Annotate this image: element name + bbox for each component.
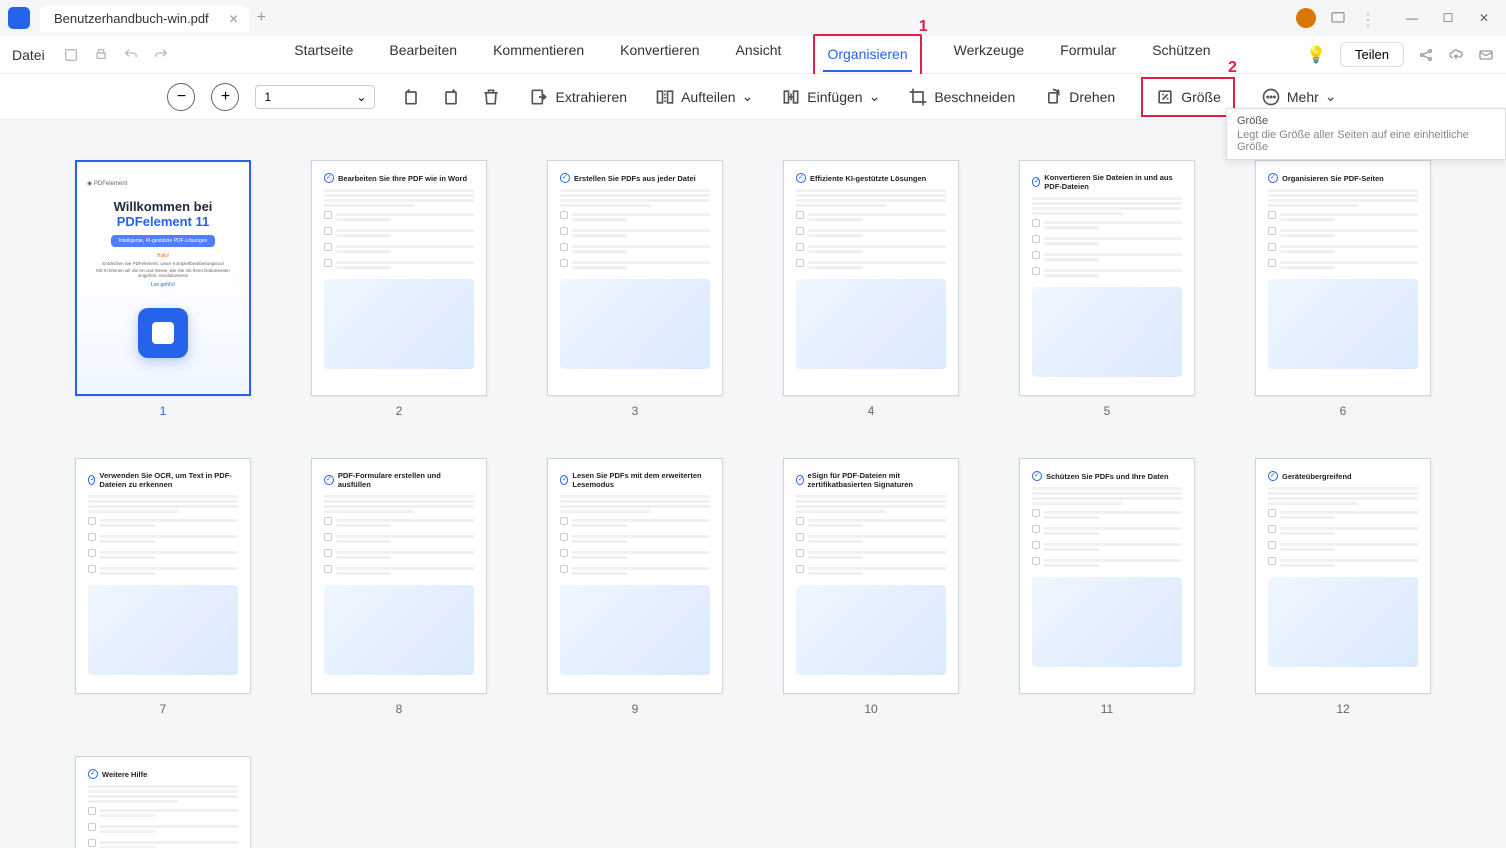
thumbnail-page[interactable]: eSign für PDF-Dateien mit zertifikatbasi… xyxy=(783,458,959,694)
page-number-label: 2 xyxy=(396,404,403,418)
page-number-label: 4 xyxy=(868,404,875,418)
insert-button[interactable]: Einfügen⌄ xyxy=(779,83,882,111)
more-button[interactable]: Mehr⌄ xyxy=(1259,83,1339,111)
thumbnail-page[interactable]: Erstellen Sie PDFs aus jeder Datei xyxy=(547,160,723,396)
mail-icon[interactable] xyxy=(1478,47,1494,63)
app-logo-icon xyxy=(8,7,30,29)
thumbnail-page[interactable]: Konvertieren Sie Dateien in und aus PDF-… xyxy=(1019,160,1195,396)
tab-formular[interactable]: Formular xyxy=(1056,34,1120,76)
rotate-right-button[interactable] xyxy=(439,83,463,111)
annotation-label-2: 2 xyxy=(1228,59,1237,77)
feedback-icon[interactable] xyxy=(1330,10,1346,26)
file-menu[interactable]: Datei xyxy=(12,47,45,63)
zoom-out-button[interactable]: − xyxy=(167,83,195,111)
minimize-button[interactable]: — xyxy=(1398,8,1426,28)
annotation-label-1: 1 xyxy=(919,18,928,36)
maximize-button[interactable]: ☐ xyxy=(1434,8,1462,28)
page-thumbnail-5[interactable]: Konvertieren Sie Dateien in und aus PDF-… xyxy=(1014,160,1200,418)
tab-close-icon[interactable]: ✕ xyxy=(229,12,239,26)
zoom-in-button[interactable]: + xyxy=(211,83,239,111)
annotation-box-2: 2 Größe xyxy=(1141,77,1235,117)
document-tab[interactable]: Benutzerhandbuch-win.pdf ✕ xyxy=(40,5,249,32)
page-thumbnail-6[interactable]: Organisieren Sie PDF-Seiten 6 xyxy=(1250,160,1436,418)
save-icon[interactable] xyxy=(63,47,79,63)
user-avatar[interactable] xyxy=(1296,8,1316,28)
thumbnail-grid: ◉ PDFelementWillkommen beiPDFelement 11I… xyxy=(70,160,1436,848)
thumbnail-page[interactable]: PDF-Formulare erstellen und ausfüllen xyxy=(311,458,487,694)
share-button[interactable]: Teilen xyxy=(1340,42,1404,67)
page-thumbnail-8[interactable]: PDF-Formulare erstellen und ausfüllen 8 xyxy=(306,458,492,716)
crop-button[interactable]: Beschneiden xyxy=(906,83,1017,111)
menu-dots-icon[interactable]: ⋮ xyxy=(1360,10,1376,26)
page-thumbnail-1[interactable]: ◉ PDFelementWillkommen beiPDFelement 11I… xyxy=(70,160,256,418)
page-number-label: 6 xyxy=(1340,404,1347,418)
redo-icon[interactable] xyxy=(153,47,169,63)
cloud-upload-icon[interactable] xyxy=(1448,47,1464,63)
tab-bearbeiten[interactable]: Bearbeiten xyxy=(385,34,461,76)
page-thumbnail-3[interactable]: Erstellen Sie PDFs aus jeder Datei 3 xyxy=(542,160,728,418)
annotation-box-1: 1 Organisieren xyxy=(813,34,921,76)
page-number-label: 12 xyxy=(1336,702,1349,716)
page-number-label: 9 xyxy=(632,702,639,716)
new-tab-button[interactable]: + xyxy=(257,9,266,27)
share-network-icon[interactable] xyxy=(1418,47,1434,63)
tooltip-desc: Legt die Größe aller Seiten auf eine ein… xyxy=(1237,129,1495,153)
tab-ansicht[interactable]: Ansicht xyxy=(732,34,786,76)
split-button[interactable]: Aufteilen⌄ xyxy=(653,83,755,111)
thumbnail-page[interactable]: Schützen Sie PDFs und Ihre Daten xyxy=(1019,458,1195,694)
thumbnail-page[interactable]: Verwenden Sie OCR, um Text in PDF-Dateie… xyxy=(75,458,251,694)
page-number-label: 11 xyxy=(1101,702,1113,716)
page-number-label: 3 xyxy=(632,404,639,418)
delete-button[interactable] xyxy=(479,83,503,111)
thumbnail-page[interactable]: Weitere Hilfe xyxy=(75,756,251,848)
size-tooltip: Größe Legt die Größe aller Seiten auf ei… xyxy=(1226,108,1506,160)
close-window-button[interactable]: ✕ xyxy=(1470,8,1498,28)
page-thumbnail-2[interactable]: Bearbeiten Sie Ihre PDF wie in Word 2 xyxy=(306,160,492,418)
thumbnail-page[interactable]: Lesen Sie PDFs mit dem erweiterten Lesem… xyxy=(547,458,723,694)
undo-icon[interactable] xyxy=(123,47,139,63)
tab-title: Benutzerhandbuch-win.pdf xyxy=(54,11,209,26)
page-thumbnail-10[interactable]: eSign für PDF-Dateien mit zertifikatbasi… xyxy=(778,458,964,716)
page-thumbnail-4[interactable]: Effiziente KI-gestützte Lösungen 4 xyxy=(778,160,964,418)
thumbnail-page[interactable]: Effiziente KI-gestützte Lösungen xyxy=(783,160,959,396)
tab-startseite[interactable]: Startseite xyxy=(290,34,357,76)
thumbnail-area: ◉ PDFelementWillkommen beiPDFelement 11I… xyxy=(0,120,1506,848)
tab-werkzeuge[interactable]: Werkzeuge xyxy=(950,34,1029,76)
page-thumbnail-7[interactable]: Verwenden Sie OCR, um Text in PDF-Dateie… xyxy=(70,458,256,716)
titlebar: Benutzerhandbuch-win.pdf ✕ + ⋮ — ☐ ✕ xyxy=(0,0,1506,36)
print-icon[interactable] xyxy=(93,47,109,63)
page-number-label: 10 xyxy=(864,702,877,716)
tab-kommentieren[interactable]: Kommentieren xyxy=(489,34,588,76)
menubar: Datei Startseite Bearbeiten Kommentieren… xyxy=(0,36,1506,74)
rotate-button[interactable]: Drehen xyxy=(1041,83,1117,111)
page-number-label: 7 xyxy=(160,702,167,716)
page-number-label: 5 xyxy=(1104,404,1111,418)
tooltip-title: Größe xyxy=(1237,115,1495,127)
thumbnail-page[interactable]: ◉ PDFelementWillkommen beiPDFelement 11I… xyxy=(75,160,251,396)
size-button[interactable]: Größe xyxy=(1153,83,1223,111)
thumbnail-page[interactable]: Geräteübergreifend xyxy=(1255,458,1431,694)
lightbulb-icon[interactable]: 💡 xyxy=(1306,45,1326,65)
thumbnail-page[interactable]: Organisieren Sie PDF-Seiten xyxy=(1255,160,1431,396)
tab-organisieren[interactable]: Organisieren xyxy=(823,38,911,72)
page-number-label: 1 xyxy=(160,404,167,418)
rotate-left-button[interactable] xyxy=(399,83,423,111)
page-number-label: 8 xyxy=(396,702,403,716)
page-thumbnail-12[interactable]: Geräteübergreifend 12 xyxy=(1250,458,1436,716)
tab-konvertieren[interactable]: Konvertieren xyxy=(616,34,703,76)
page-thumbnail-13[interactable]: Weitere Hilfe13 xyxy=(70,756,256,848)
page-thumbnail-11[interactable]: Schützen Sie PDFs und Ihre Daten 11 xyxy=(1014,458,1200,716)
extract-button[interactable]: Extrahieren xyxy=(527,83,629,111)
page-number-input[interactable]: 1⌄ xyxy=(255,85,375,109)
tab-schuetzen[interactable]: Schützen xyxy=(1148,34,1214,76)
page-thumbnail-9[interactable]: Lesen Sie PDFs mit dem erweiterten Lesem… xyxy=(542,458,728,716)
thumbnail-page[interactable]: Bearbeiten Sie Ihre PDF wie in Word xyxy=(311,160,487,396)
main-tabs: Startseite Bearbeiten Kommentieren Konve… xyxy=(199,34,1306,76)
